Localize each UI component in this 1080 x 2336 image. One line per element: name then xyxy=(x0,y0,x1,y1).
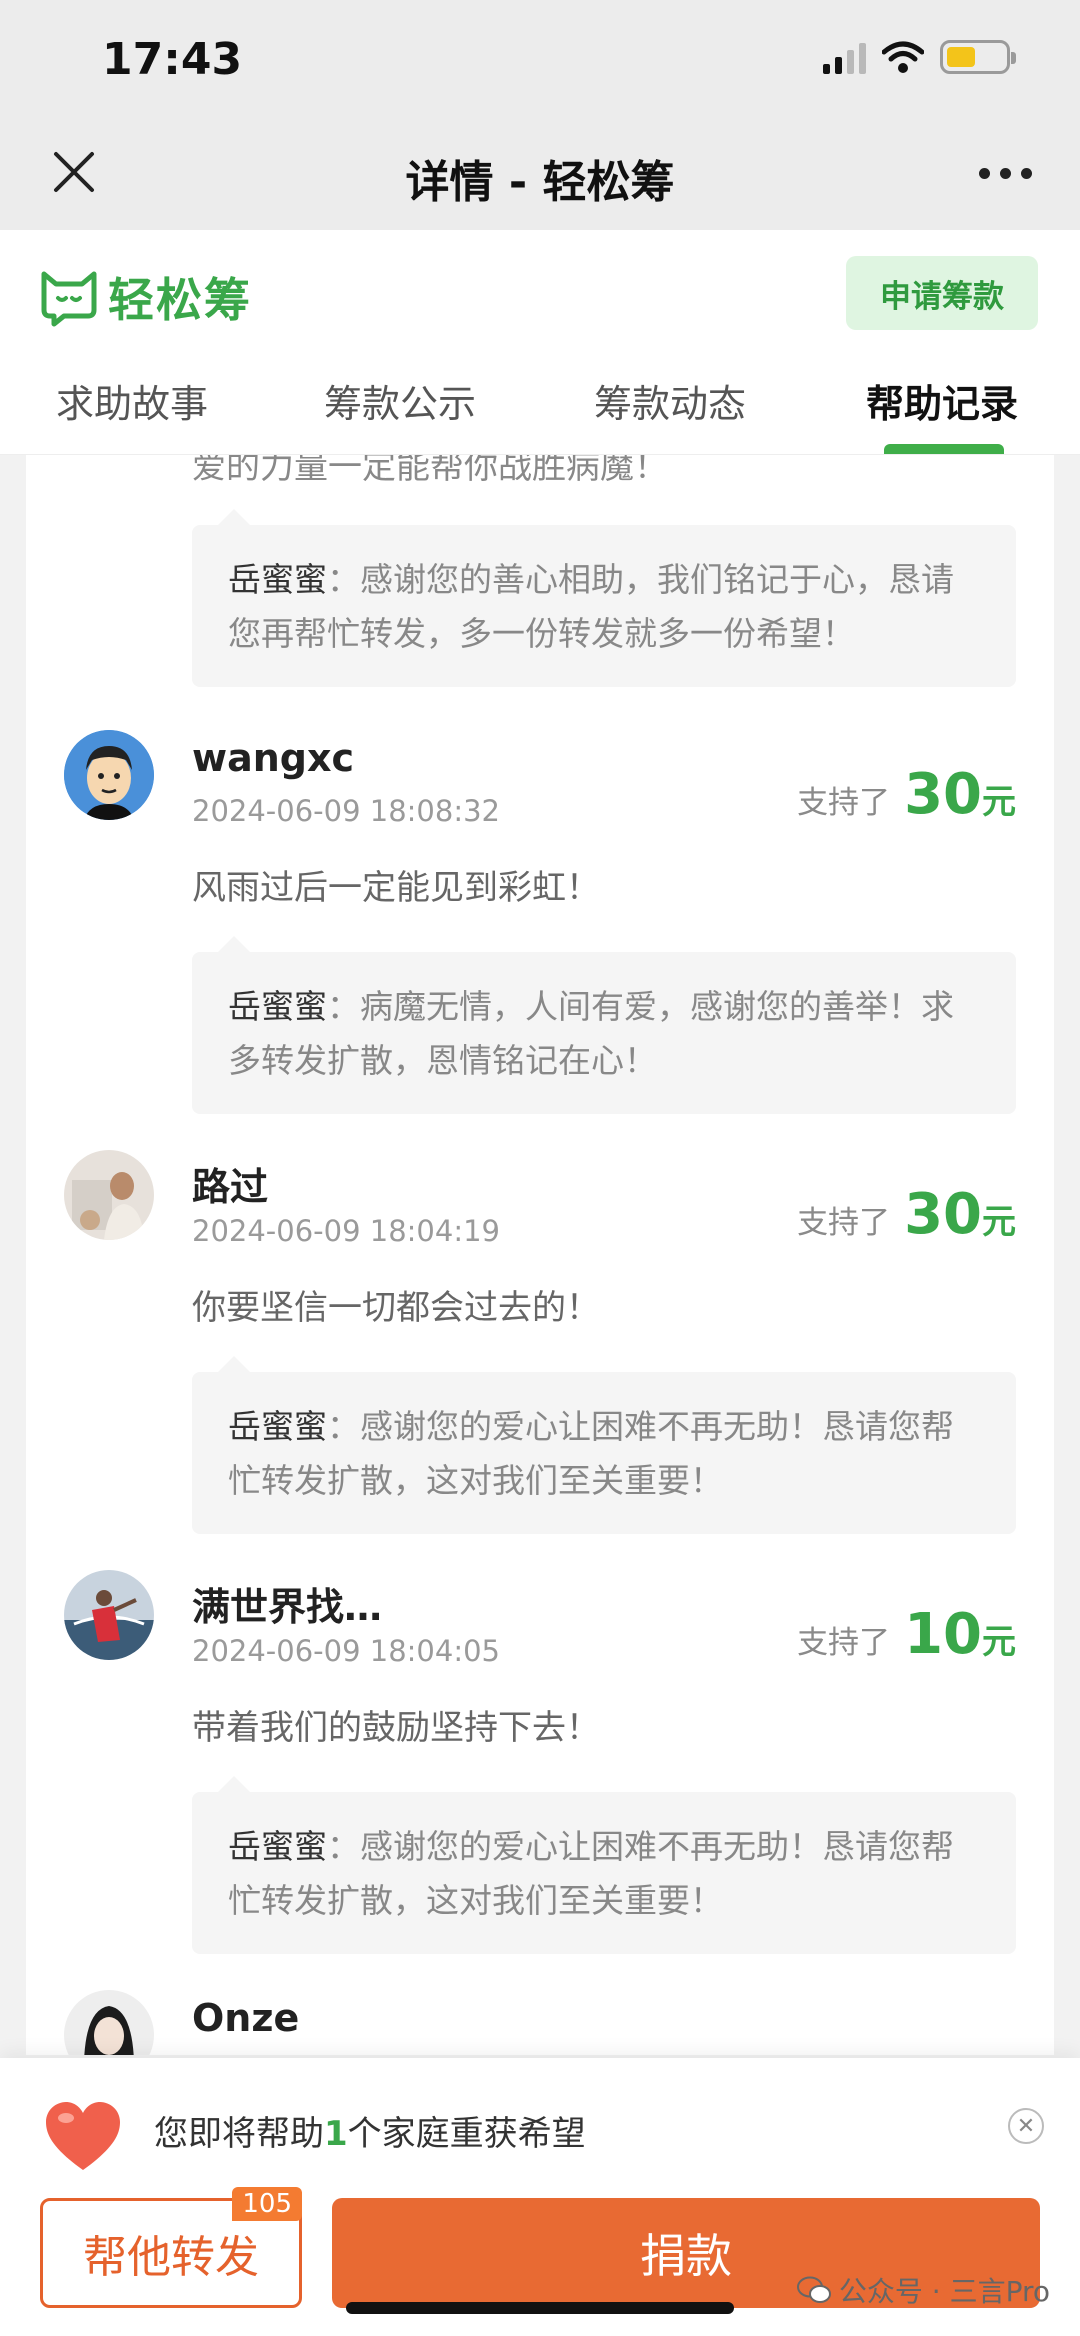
support-label: 支持了 xyxy=(797,1205,891,1241)
reply-author: 岳蜜蜜 xyxy=(228,987,327,1026)
hope-suffix: 个家庭重获希望 xyxy=(347,2114,586,2154)
heart-icon xyxy=(46,2102,120,2170)
brand-name: 轻松筹 xyxy=(108,273,252,327)
avatar[interactable] xyxy=(64,1990,154,2055)
donor-message: 你要坚信一切都会过去的！ xyxy=(192,1288,600,1328)
avatar[interactable] xyxy=(64,730,154,820)
reply-text: ：感谢您的善心相助，我们铭记于心，恳请您再帮忙转发，多一份转发就多一份希望！ xyxy=(228,560,954,653)
watermark: 公众号 · 三言Pro xyxy=(796,2270,1050,2310)
amount-unit: 元 xyxy=(982,1622,1016,1662)
tab-bar: 求助故事 筹款公示 筹款动态 帮助记录 xyxy=(0,345,1080,455)
page-title: 详情 - 轻松筹 xyxy=(405,157,675,208)
reply-author: 岳蜜蜜 xyxy=(228,560,327,599)
amount-unit: 元 xyxy=(982,782,1016,822)
help-records-list: 爱的力量一定能帮你战胜病魔！ 岳蜜蜜：感谢您的善心相助，我们铭记于心，恳请您再帮… xyxy=(26,455,1054,2055)
share-button[interactable]: 帮他转发 105 xyxy=(40,2187,302,2308)
status-icons xyxy=(823,40,1016,74)
donor-name: 路过 xyxy=(192,1165,269,1209)
donation-amount: 支持了 30 元 xyxy=(797,1182,1016,1247)
amount-value: 10 xyxy=(904,1602,982,1667)
home-indicator xyxy=(346,2302,734,2314)
support-label: 支持了 xyxy=(797,1625,891,1661)
reply-author: 岳蜜蜜 xyxy=(228,1827,327,1866)
donor-message: 带着我们的鼓励坚持下去！ xyxy=(192,1708,600,1748)
apply-fundraise-button[interactable]: 申请筹款 xyxy=(846,256,1038,330)
donor-message: 风雨过后一定能见到彩虹！ xyxy=(192,868,600,908)
donor-name: 满世界找… xyxy=(192,1585,383,1629)
share-count-badge: 105 xyxy=(232,2187,302,2221)
reply-box: 岳蜜蜜：感谢您的爱心让困难不再无助！恳请您帮忙转发扩散，这对我们至关重要！ xyxy=(192,1356,1016,1534)
signal-icon xyxy=(823,40,866,74)
partial-message: 爱的力量一定能帮你战胜病魔！ xyxy=(192,455,668,487)
amount-unit: 元 xyxy=(982,1202,1016,1242)
tab-fund-updates[interactable]: 筹款动态 xyxy=(594,373,746,428)
reply-box: 岳蜜蜜：感谢您的爱心让困难不再无助！恳请您帮忙转发扩散，这对我们至关重要！ xyxy=(192,1776,1016,1954)
support-label: 支持了 xyxy=(797,785,891,821)
avatar[interactable] xyxy=(64,1150,154,1240)
bottom-panel: 您即将帮助1个家庭重获希望 ✕ 帮他转发 105 捐款 公众号 · 三言Pro xyxy=(0,2058,1080,2336)
active-tab-indicator xyxy=(884,444,1004,454)
reply-box: 岳蜜蜜：病魔无情，人间有爱，感谢您的善举！求多转发扩散，恩情铭记在心！ xyxy=(192,936,1016,1114)
donate-time: 2024-06-09 18:04:05 xyxy=(192,1634,500,1668)
tab-story[interactable]: 求助故事 xyxy=(56,373,208,428)
donate-time: 2024-06-09 18:04:19 xyxy=(192,1214,500,1248)
status-time: 17:43 xyxy=(102,34,243,85)
donate-label: 捐款 xyxy=(640,2229,732,2283)
amount-value: 30 xyxy=(904,762,982,827)
reply-box: 岳蜜蜜：感谢您的善心相助，我们铭记于心，恳请您再帮忙转发，多一份转发就多一份希望… xyxy=(192,509,1016,687)
brand-logo: 轻松筹 xyxy=(38,264,252,330)
reply-text: ：病魔无情，人间有爱，感谢您的善举！求多转发扩散，恩情铭记在心！ xyxy=(228,987,954,1080)
donation-amount: 支持了 30 元 xyxy=(797,762,1016,827)
nav-bar: 详情 - 轻松筹 xyxy=(0,120,1080,230)
reply-text: ：感谢您的爱心让困难不再无助！恳请您帮忙转发扩散，这对我们至关重要！ xyxy=(228,1827,954,1920)
donation-amount: 支持了 10 元 xyxy=(797,1602,1016,1667)
avatar[interactable] xyxy=(64,1570,154,1660)
wifi-icon xyxy=(882,41,924,73)
close-icon[interactable]: ✕ xyxy=(1008,2108,1044,2144)
donor-name: Onze xyxy=(192,1996,300,2040)
reply-text: ：感谢您的爱心让困难不再无助！恳请您帮忙转发扩散，这对我们至关重要！ xyxy=(228,1407,954,1500)
brand-header: 轻松筹 申请筹款 xyxy=(0,230,1080,345)
battery-icon xyxy=(940,40,1016,74)
status-bar: 17:43 xyxy=(0,0,1080,120)
reply-author: 岳蜜蜜 xyxy=(228,1407,327,1446)
amount-value: 30 xyxy=(904,1182,982,1247)
cat-logo-icon xyxy=(41,271,97,327)
wechat-icon xyxy=(796,2276,831,2303)
hope-text: 您即将帮助1个家庭重获希望 xyxy=(154,2106,586,2155)
donate-time: 2024-06-09 18:08:32 xyxy=(192,794,500,828)
share-label: 帮他转发 xyxy=(83,2232,259,2283)
watermark-text: 公众号 · 三言Pro xyxy=(838,2275,1050,2308)
tab-help-records[interactable]: 帮助记录 xyxy=(866,373,1018,428)
tab-fund-disclosure[interactable]: 筹款公示 xyxy=(324,373,476,428)
donor-name: wangxc xyxy=(192,736,355,780)
hope-prefix: 您即将帮助 xyxy=(154,2114,324,2154)
more-icon[interactable] xyxy=(979,168,1032,179)
hope-count: 1 xyxy=(324,2114,348,2154)
